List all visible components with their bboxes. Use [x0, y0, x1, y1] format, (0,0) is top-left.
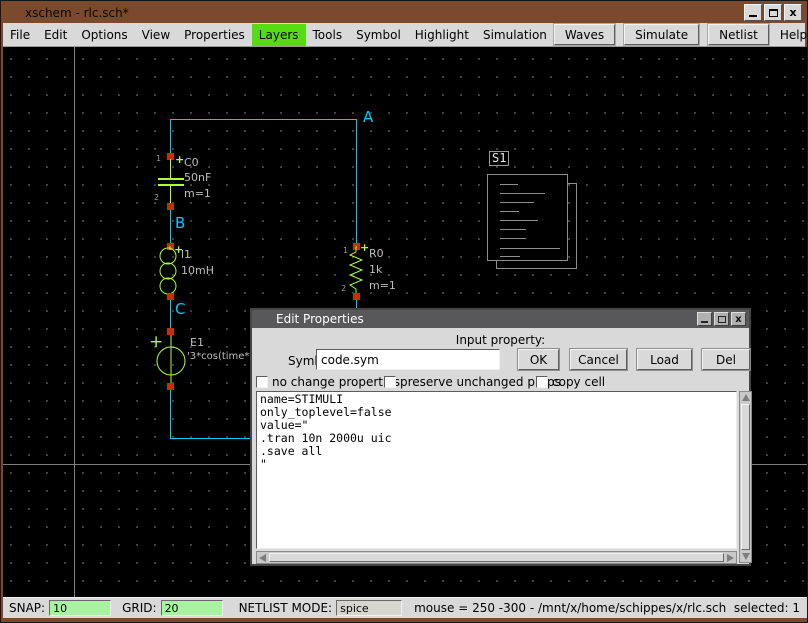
menu-edit[interactable]: Edit	[37, 24, 74, 46]
edit-properties-dialog: Edit Properties x Input property: Symbol…	[250, 308, 751, 566]
res-mult: m=1	[369, 280, 396, 292]
ok-button[interactable]: OK	[518, 349, 559, 370]
code-block-name: S1	[489, 151, 509, 166]
pin-square	[167, 328, 174, 335]
document-icon-front	[487, 174, 568, 261]
net-label-b[interactable]: B	[175, 215, 185, 231]
net-label-c[interactable]: C	[175, 301, 185, 317]
hscroll-thumb[interactable]	[269, 553, 724, 562]
snap-input[interactable]	[49, 600, 111, 616]
dialog-title: Edit Properties	[276, 312, 364, 326]
dialog-titlebar[interactable]: Edit Properties x	[252, 310, 749, 328]
close-button[interactable]: x	[784, 4, 802, 21]
dialog-close-button[interactable]: x	[731, 312, 746, 326]
symbol-input[interactable]	[316, 349, 500, 370]
pin-square	[167, 293, 174, 300]
no-change-properties-label: no change properties	[272, 375, 400, 389]
cap-value: 50nF	[184, 172, 211, 184]
menu-symbol[interactable]: Symbol	[349, 24, 408, 46]
wire-ind-src[interactable]	[170, 296, 171, 331]
scroll-right-icon[interactable]	[727, 554, 734, 562]
schematic-canvas[interactable]: A B C + 1 2 C0 50nF m=1	[3, 47, 807, 597]
del-button[interactable]: Del	[702, 349, 750, 370]
mouse-status: mouse = 250 -300 - /mnt/x/home/schippes/…	[414, 601, 800, 615]
menu-layers[interactable]: Layers	[252, 24, 306, 46]
scroll-left-icon[interactable]	[259, 554, 266, 562]
xschem-window: xschem - rlc.sch* x File Edit Options Vi…	[0, 0, 808, 623]
wire-cap-ind[interactable]	[170, 206, 171, 246]
wire-src-bottom[interactable]	[170, 386, 171, 438]
menu-view[interactable]: View	[135, 24, 177, 46]
wire-top[interactable]	[170, 119, 357, 120]
minimize-button[interactable]	[744, 4, 762, 21]
copy-cell-checkbox[interactable]	[536, 376, 548, 388]
maximize-icon	[769, 9, 778, 17]
window-titlebar[interactable]: xschem - rlc.sch* x	[3, 3, 805, 23]
menu-help[interactable]: Help	[778, 24, 808, 46]
simulate-button[interactable]: Simulate	[624, 24, 699, 45]
horizontal-scrollbar[interactable]	[256, 551, 737, 564]
menu-highlight[interactable]: Highlight	[408, 24, 476, 46]
window-title: xschem - rlc.sch*	[25, 6, 129, 20]
minimize-icon	[749, 15, 757, 17]
ind-name: l1	[181, 249, 191, 261]
vscroll-thumb[interactable]	[741, 404, 750, 550]
minimize-icon	[701, 321, 708, 323]
src-name: E1	[190, 337, 204, 349]
res-name: R0	[369, 248, 384, 260]
netlist-mode-input[interactable]	[336, 600, 402, 616]
pin-square	[167, 203, 174, 210]
dialog-minimize-button[interactable]	[697, 312, 712, 326]
netlist-mode-label: NETLIST MODE:	[239, 601, 333, 615]
preserve-unchanged-props-checkbox[interactable]	[384, 376, 396, 388]
pin-square	[167, 383, 174, 390]
menu-properties[interactable]: Properties	[177, 24, 252, 46]
no-change-properties-checkbox[interactable]	[256, 376, 268, 388]
waves-button[interactable]: Waves	[554, 24, 615, 45]
cap-mult: m=1	[184, 188, 211, 200]
cap-name: C0	[184, 157, 199, 169]
pin-square	[353, 293, 360, 300]
grid-label: GRID:	[122, 601, 156, 615]
menu-simulation[interactable]: Simulation	[476, 24, 554, 46]
copy-cell-label: copy cell	[552, 375, 605, 389]
cancel-button[interactable]: Cancel	[570, 349, 627, 370]
scroll-down-icon[interactable]	[742, 553, 750, 560]
menu-options[interactable]: Options	[74, 24, 134, 46]
res-value: 1k	[369, 264, 382, 276]
dialog-maximize-button[interactable]	[714, 312, 729, 326]
menu-file[interactable]: File	[3, 24, 37, 46]
maximize-icon	[718, 316, 726, 323]
menubar: File Edit Options View Properties Layers…	[3, 23, 805, 47]
close-icon: x	[735, 315, 741, 324]
origin-axis-vertical	[74, 47, 75, 597]
close-icon: x	[789, 8, 796, 18]
menu-tools[interactable]: Tools	[306, 24, 350, 46]
grid-input[interactable]	[161, 600, 223, 616]
ind-value: 10mH	[181, 265, 214, 277]
wire-bottom[interactable]	[170, 438, 250, 439]
property-textarea[interactable]: name=STIMULI only_toplevel=false value="…	[256, 391, 737, 549]
wire-res-top[interactable]	[356, 119, 357, 246]
vertical-scrollbar[interactable]	[739, 391, 752, 563]
snap-label: SNAP:	[9, 601, 45, 615]
statusbar: SNAP: GRID: NETLIST MODE: mouse = 250 -3…	[3, 597, 807, 618]
wire-cap-top[interactable]	[170, 119, 171, 156]
maximize-button[interactable]	[764, 4, 782, 21]
scroll-up-icon[interactable]	[742, 394, 750, 401]
net-label-a[interactable]: A	[363, 109, 373, 125]
load-button[interactable]: Load	[637, 349, 692, 370]
netlist-button[interactable]: Netlist	[708, 24, 769, 45]
src-value: '3*cos(time*ti	[187, 351, 256, 363]
input-property-label: Input property:	[252, 333, 749, 347]
